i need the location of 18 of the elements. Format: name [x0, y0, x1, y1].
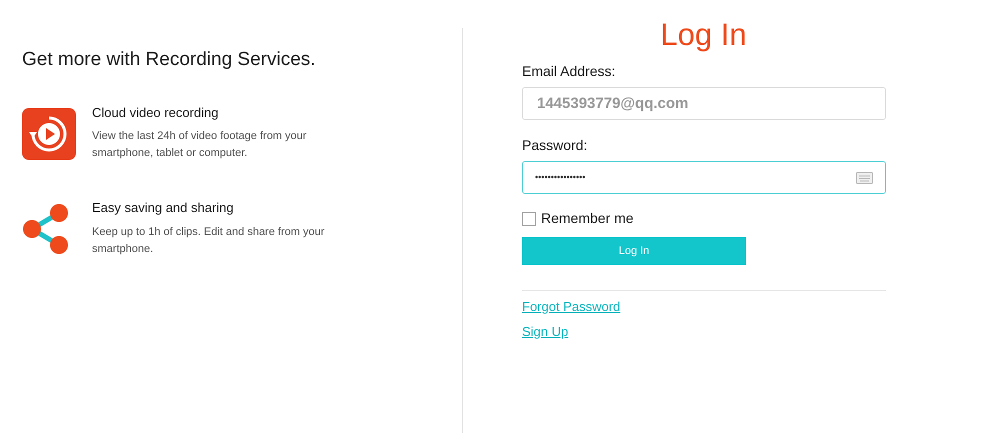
- keyboard-icon[interactable]: [856, 172, 873, 184]
- text-link[interactable]: Sign Up: [522, 322, 568, 341]
- feature-title: Cloud video recording: [92, 104, 220, 122]
- video-replay-icon: [22, 108, 76, 160]
- password-field[interactable]: ••••••••••••••••: [522, 161, 886, 194]
- password-label: Password:: [522, 136, 588, 155]
- login-button[interactable]: Log In: [522, 237, 746, 265]
- share-icon: [22, 203, 70, 255]
- text-link[interactable]: Forgot Password: [522, 297, 620, 316]
- feature-title: Easy saving and sharing: [92, 199, 235, 217]
- email-field[interactable]: 1445393779@qq.com: [522, 87, 886, 120]
- feature-description: Keep up to 1h of clips. Edit and share from your smartphone.: [92, 224, 326, 256]
- email-label: Email Address:: [522, 62, 616, 81]
- promo-heading: Get more with Recording Services.: [22, 48, 317, 72]
- feature-description: View the last 24h of video footage from your smartphone, tablet or computer.: [92, 129, 308, 161]
- login-title: Log In: [660, 16, 747, 54]
- remember-checkbox[interactable]: [522, 212, 536, 226]
- remember-label: Remember me: [541, 209, 634, 228]
